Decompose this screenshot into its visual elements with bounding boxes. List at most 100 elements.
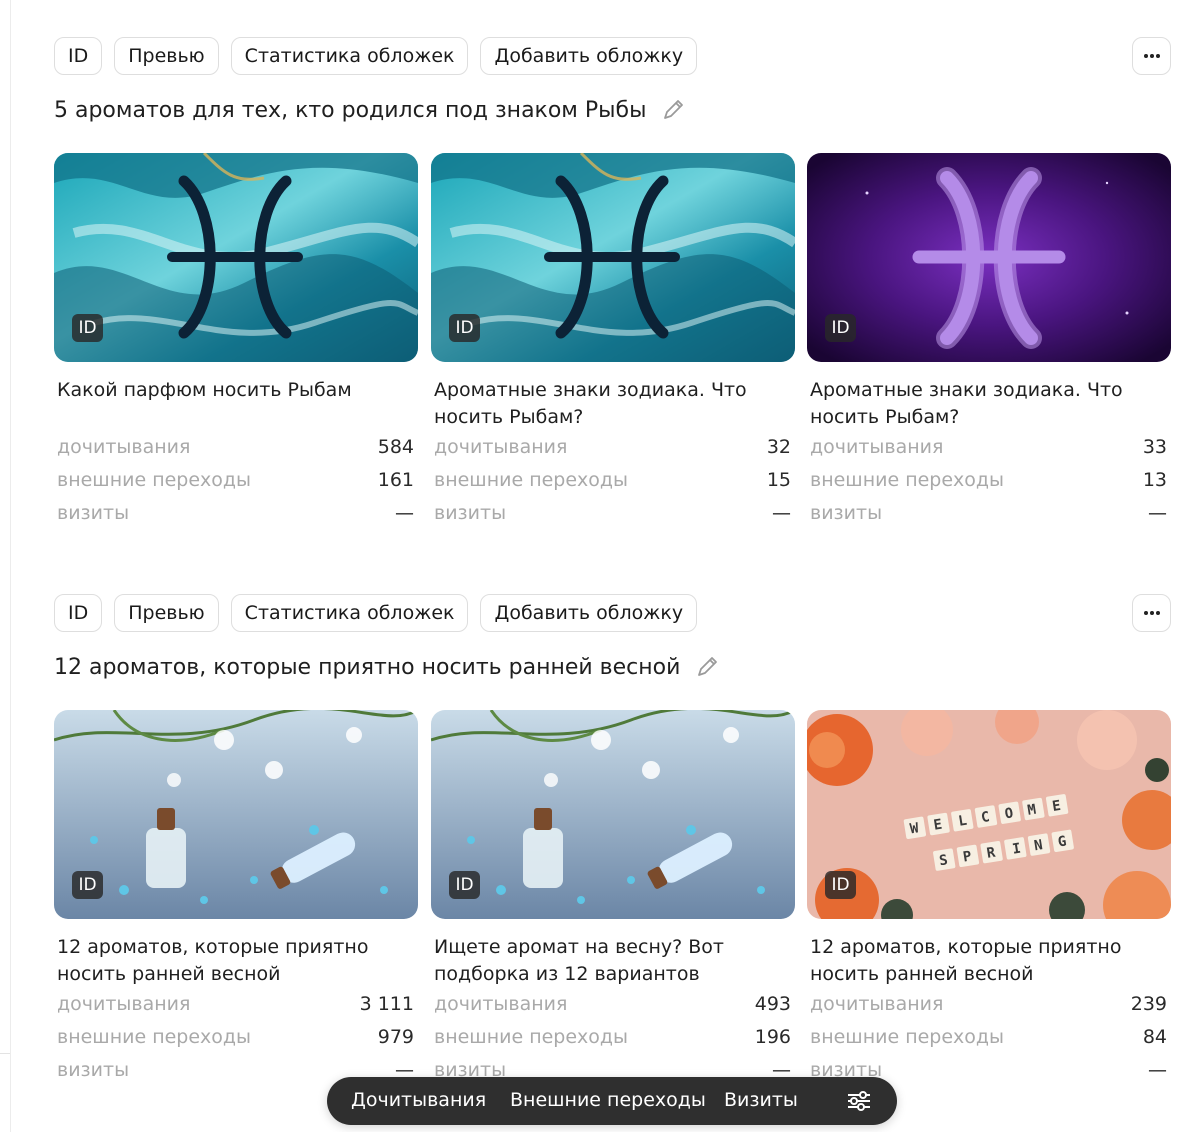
pencil-icon[interactable] [660,97,686,123]
stat-label: внешние переходы [810,469,1005,491]
stat-row-reads: дочитывания 33 [807,433,1171,466]
stat-row-reads: дочитывания 239 [807,990,1171,1023]
id-badge[interactable]: ID [825,314,856,342]
cover-image[interactable]: ID [431,710,795,919]
cover-image[interactable]: ID [54,153,418,362]
stat-value: 161 [377,469,414,491]
stat-label: внешние переходы [57,1026,252,1048]
stat-row-external: внешние переходы 13 [807,466,1171,499]
more-options-button[interactable] [1132,594,1171,632]
article-group-pisces: ID Превью Статистика обложек Добавить об… [54,37,1171,524]
group-title-row: 5 ароматов для тех, кто родился под знак… [54,95,1171,125]
card-title: Ищете аромат на весну? Вот подборка из 1… [434,936,724,985]
stat-label: дочитывания [57,436,191,458]
stat-value: 3 111 [359,993,414,1015]
stat-value: 196 [754,1026,791,1048]
cover-card: ID 12 ароматов, которые приятно носить р… [54,710,418,1089]
stat-label: дочитывания [434,993,568,1015]
id-button[interactable]: ID [54,594,103,632]
stat-value: 15 [766,469,791,491]
stat-value: 32 [766,436,791,458]
stat-label: внешние переходы [434,1026,629,1048]
add-cover-button[interactable]: Добавить обложку [480,594,698,632]
article-group-spring: ID Превью Статистика обложек Добавить об… [54,594,1171,1081]
more-dots-icon [1143,54,1160,58]
stat-label: визиты [434,502,507,524]
card-title: 12 ароматов, которые приятно носить ранн… [57,936,369,985]
cover-card: ID Ищете аромат на весну? Вот подборка и… [431,710,795,1089]
pencil-icon[interactable] [694,654,720,680]
stat-label: дочитывания [810,436,944,458]
cover-stats-button[interactable]: Статистика обложек [230,594,469,632]
stat-value: 84 [1142,1026,1167,1048]
metric-reads-toggle[interactable]: Дочитывания [351,1089,486,1111]
group-toolbar: ID Превью Статистика обложек Добавить об… [54,37,1171,75]
stat-value: 13 [1142,469,1167,491]
stat-row-reads: дочитывания 32 [431,433,795,466]
card-title: Какой парфюм носить Рыбам [57,379,352,401]
cover-image[interactable]: ID [54,710,418,919]
stat-label: внешние переходы [434,469,629,491]
id-badge[interactable]: ID [72,314,103,342]
stat-value: — [772,502,791,524]
cover-stats-button[interactable]: Статистика обложек [230,37,469,75]
group-title-row: 12 ароматов, которые приятно носить ранн… [54,652,1171,682]
stat-label: визиты [57,1059,130,1081]
stat-row-visits: визиты — [807,499,1171,532]
stat-row-external: внешние переходы 15 [431,466,795,499]
stat-label: внешние переходы [810,1026,1005,1048]
stat-row-visits: визиты — [431,499,795,532]
more-dots-icon [1143,611,1160,615]
left-divider-tick [0,1053,10,1054]
cover-image[interactable]: ID [807,153,1171,362]
stat-row-external: внешние переходы 196 [431,1023,795,1056]
cover-image[interactable]: ID [431,153,795,362]
group-title: 12 ароматов, которые приятно носить ранн… [54,654,681,680]
stat-value: — [395,502,414,524]
stat-value: — [1148,502,1167,524]
group-title: 5 ароматов для тех, кто родился под знак… [54,97,647,123]
metrics-toggle-bar: Дочитывания Внешние переходы Визиты [327,1077,897,1125]
stat-label: дочитывания [810,993,944,1015]
cover-card: ID Ароматные знаки зодиака. Что носить Р… [807,153,1171,532]
add-cover-button[interactable]: Добавить обложку [480,37,698,75]
stat-label: визиты [57,502,130,524]
stat-label: дочитывания [57,993,191,1015]
stat-value: — [1148,1059,1167,1081]
stat-value: 33 [1142,436,1167,458]
stat-row-external: внешние переходы 979 [54,1023,418,1056]
stat-label: визиты [810,502,883,524]
stat-value: 979 [377,1026,414,1048]
preview-button[interactable]: Превью [114,594,219,632]
stat-label: внешние переходы [57,469,252,491]
preview-button[interactable]: Превью [114,37,219,75]
card-title: Ароматные знаки зодиака. Что носить Рыба… [810,379,1123,428]
stat-row-external: внешние переходы 84 [807,1023,1171,1056]
stat-value: 493 [754,993,791,1015]
stat-row-reads: дочитывания 584 [54,433,418,466]
group-toolbar: ID Превью Статистика обложек Добавить об… [54,594,1171,632]
stat-value: 239 [1130,993,1167,1015]
metric-visits-toggle[interactable]: Визиты [724,1089,798,1111]
id-button[interactable]: ID [54,37,103,75]
cover-card: W E L C O M E S P R I N G ID 12 ароматов… [807,710,1171,1089]
cover-card: ID Ароматные знаки зодиака. Что носить Р… [431,153,795,532]
stat-row-external: внешние переходы 161 [54,466,418,499]
id-badge[interactable]: ID [825,871,856,899]
id-badge[interactable]: ID [449,871,480,899]
id-badge[interactable]: ID [449,314,480,342]
stat-row-reads: дочитывания 493 [431,990,795,1023]
cover-image[interactable]: W E L C O M E S P R I N G ID [807,710,1171,919]
stat-value: 584 [377,436,414,458]
metric-external-toggle[interactable]: Внешние переходы [510,1089,706,1111]
card-title: Ароматные знаки зодиака. Что носить Рыба… [434,379,747,428]
left-divider [10,0,11,1132]
stat-row-reads: дочитывания 3 111 [54,990,418,1023]
card-title: 12 ароматов, которые приятно носить ранн… [810,936,1122,985]
stat-row-visits: визиты — [54,499,418,532]
sliders-icon[interactable] [846,1089,872,1117]
more-options-button[interactable] [1132,37,1171,75]
cover-card: ID Какой парфюм носить Рыбам дочитывания… [54,153,418,532]
id-badge[interactable]: ID [72,871,103,899]
stat-label: дочитывания [434,436,568,458]
